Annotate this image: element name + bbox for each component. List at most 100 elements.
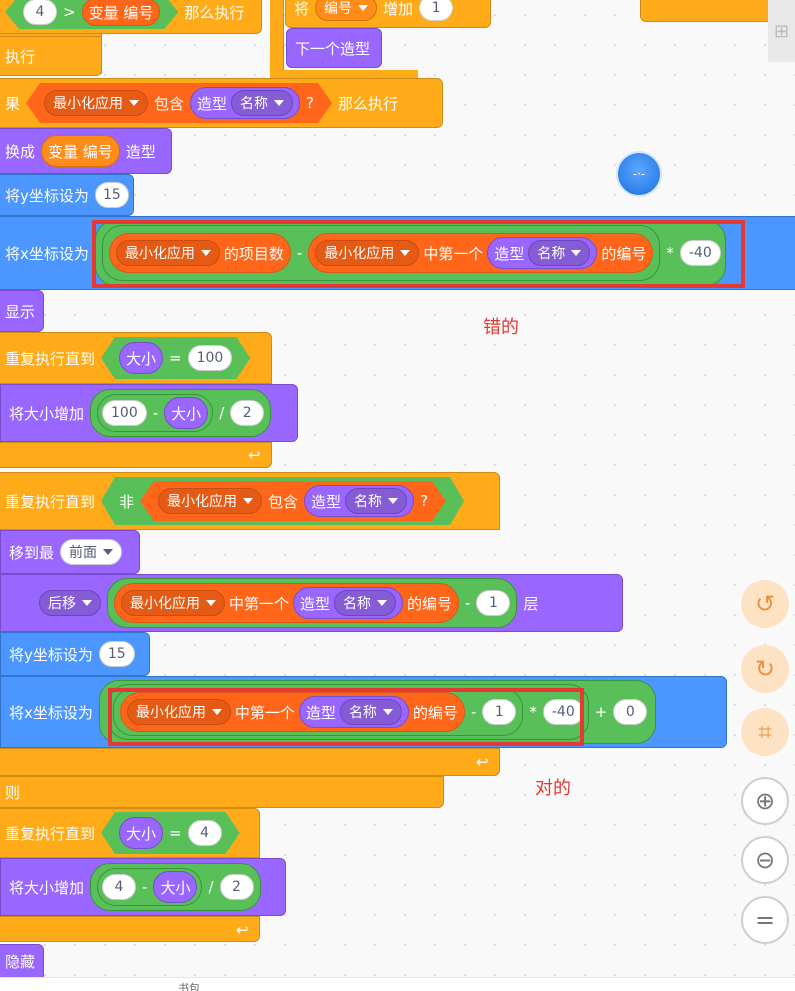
operator-subtract[interactable]: 100 - 大小 xyxy=(97,394,214,432)
size-reporter[interactable]: 大小 xyxy=(119,342,163,374)
set-y-block[interactable]: 将y坐标设为 15 xyxy=(0,174,134,216)
zoom-out-icon[interactable]: ⊖ xyxy=(741,836,789,884)
operator-divide[interactable]: 100 - 大小 / 2 xyxy=(90,389,272,437)
variable-label: 变量 编号 xyxy=(48,142,113,161)
number-input[interactable]: 1 xyxy=(419,0,454,21)
change-size-block-1[interactable]: 将大小增加 100 - 大小 / 2 xyxy=(0,384,298,442)
costume-suffix-label: 造型 xyxy=(125,142,156,161)
costume-label: 造型 xyxy=(300,594,331,613)
costume-dropdown[interactable]: 名称 xyxy=(231,90,293,116)
repeat-cap-1 xyxy=(0,442,272,468)
eq-label: = xyxy=(169,349,182,367)
chevron-down-icon xyxy=(243,498,253,504)
variable-reporter[interactable]: 变量 编号 xyxy=(41,135,120,167)
compare-eq[interactable]: 大小 = 100 xyxy=(101,337,250,379)
list-contains[interactable]: 最小化应用 包含 造型 名称 ? xyxy=(26,83,332,123)
number-input[interactable]: 15 xyxy=(94,182,129,208)
if-contains-block[interactable]: 果 最小化应用 包含 造型 名称 ? 那么执行 xyxy=(0,78,443,128)
annotation-right: 对的 xyxy=(535,778,571,799)
number-input[interactable]: 4 xyxy=(102,874,137,900)
list-dropdown[interactable]: 最小化应用 xyxy=(121,590,225,616)
compare-eq[interactable]: 大小 = 4 xyxy=(101,812,240,854)
loop-arrow-icon: ↩ xyxy=(236,921,249,939)
reset-zoom-icon[interactable]: = xyxy=(741,896,789,944)
qmark-label: ? xyxy=(420,492,429,510)
variable-label: 变量 编号 xyxy=(88,3,154,22)
if-block-top[interactable]: 4 > 变量 编号 那么执行 xyxy=(0,0,262,34)
list-dropdown[interactable]: 最小化应用 xyxy=(44,90,148,116)
change-var-block[interactable]: 将 编号 增加 1 xyxy=(285,0,491,28)
number-input[interactable]: 15 xyxy=(98,641,135,667)
qmark-label: ? xyxy=(306,94,315,112)
code-canvas[interactable]: 4 > 变量 编号 那么执行 将 编号 增加 1 下一个造型 ⊞ 执行 果 最小… xyxy=(0,0,795,991)
next-costume-block[interactable]: 下一个造型 xyxy=(286,28,382,68)
dropdown-label: 编号 xyxy=(324,1,353,17)
repeat-cap-3 xyxy=(0,916,260,942)
goto-front-block[interactable]: 移到最 前面 xyxy=(0,530,140,574)
change-size-label: 将大小增加 xyxy=(9,878,85,897)
contains-label: 包含 xyxy=(154,94,185,113)
set-x-label: 将x坐标设为 xyxy=(5,244,89,263)
chevron-down-icon xyxy=(358,5,369,11)
number-input[interactable]: 0 xyxy=(613,699,648,725)
exec-label-block[interactable]: 执行 xyxy=(0,36,102,76)
chevron-down-icon xyxy=(82,600,92,606)
set-y-label: 将y坐标设为 xyxy=(9,645,93,664)
costume-reporter[interactable]: 造型 名称 xyxy=(190,87,300,119)
front-dropdown[interactable]: 前面 xyxy=(60,539,123,565)
list-index-reporter[interactable]: 最小化应用 中第一个 造型 名称 的编号 xyxy=(114,583,460,623)
repeat-until-block-1[interactable]: 重复执行直到 大小 = 100 xyxy=(0,332,272,384)
eq-label: = xyxy=(169,824,182,842)
then-label: 那么执行 xyxy=(338,94,399,113)
costume-label: 造型 xyxy=(311,492,342,511)
repeat-until-block-2[interactable]: 重复执行直到 非 最小化应用 包含 造型 名称 ? xyxy=(0,472,500,530)
redo-icon[interactable]: ↻ xyxy=(741,645,789,693)
go-back-layers-block[interactable]: 后移 最小化应用 中第一个 造型 名称 的编号 - 1 层 xyxy=(0,574,623,632)
size-reporter[interactable]: 大小 xyxy=(153,871,198,903)
number-input[interactable]: 4 xyxy=(23,0,57,25)
switch-costume-block[interactable]: 换成 变量 编号 造型 xyxy=(0,128,172,174)
not-operator[interactable]: 非 最小化应用 包含 造型 名称 ? xyxy=(101,477,464,525)
repeat-until-block-3[interactable]: 重复执行直到 大小 = 4 xyxy=(0,808,260,858)
number-input[interactable]: 100 xyxy=(188,345,233,371)
dropdown-label: 后移 xyxy=(48,596,76,612)
control-body-right xyxy=(270,0,284,76)
compare-gt[interactable]: 4 > 变量 编号 xyxy=(5,0,178,29)
set-y-block-2[interactable]: 将y坐标设为 15 xyxy=(0,632,150,676)
costume-reporter[interactable]: 造型 名称 xyxy=(293,587,404,619)
div-label: / xyxy=(208,878,214,896)
number-input[interactable]: 2 xyxy=(230,400,265,426)
crop-icon[interactable]: ⌗ xyxy=(741,708,789,756)
costume-dropdown[interactable]: 名称 xyxy=(334,590,397,616)
not-label: 非 xyxy=(119,492,135,511)
list-contains[interactable]: 最小化应用 包含 造型 名称 ? xyxy=(140,481,446,521)
backpack-bar[interactable]: 书包 xyxy=(0,977,795,991)
contains-label: 包含 xyxy=(268,492,299,511)
zoom-in-icon[interactable]: ⊕ xyxy=(741,777,789,825)
else-block[interactable]: 则 xyxy=(0,776,444,808)
costume-reporter[interactable]: 造型 名称 xyxy=(304,485,414,517)
operator-divide[interactable]: 4 - 大小 / 2 xyxy=(90,863,261,911)
index-of-label: 的编号 xyxy=(407,594,453,613)
number-input[interactable]: 1 xyxy=(476,590,511,616)
number-input[interactable]: 100 xyxy=(102,400,147,426)
chevron-down-icon xyxy=(377,600,388,606)
change-size-block-2[interactable]: 将大小增加 4 - 大小 / 2 xyxy=(0,858,286,916)
if-label: 果 xyxy=(5,94,21,113)
variable-reporter[interactable]: 变量 编号 xyxy=(82,0,161,26)
size-label: 大小 xyxy=(160,878,191,897)
operator-subtract[interactable]: 4 - 大小 xyxy=(97,868,203,906)
show-block[interactable]: 显示 xyxy=(0,290,44,332)
size-reporter[interactable]: 大小 xyxy=(164,397,209,429)
hide-label: 隐藏 xyxy=(5,952,36,971)
operator-subtract[interactable]: 最小化应用 中第一个 造型 名称 的编号 - 1 xyxy=(107,578,518,628)
number-input[interactable]: 4 xyxy=(188,820,222,846)
size-reporter[interactable]: 大小 xyxy=(119,817,163,849)
undo-icon[interactable]: ↺ xyxy=(741,580,789,628)
hide-block[interactable]: 隐藏 xyxy=(0,944,44,978)
list-dropdown[interactable]: 最小化应用 xyxy=(158,488,262,514)
variable-dropdown[interactable]: 编号 xyxy=(315,0,378,21)
back-dropdown[interactable]: 后移 xyxy=(39,590,101,616)
costume-dropdown[interactable]: 名称 xyxy=(345,488,407,514)
number-input[interactable]: 2 xyxy=(219,874,254,900)
